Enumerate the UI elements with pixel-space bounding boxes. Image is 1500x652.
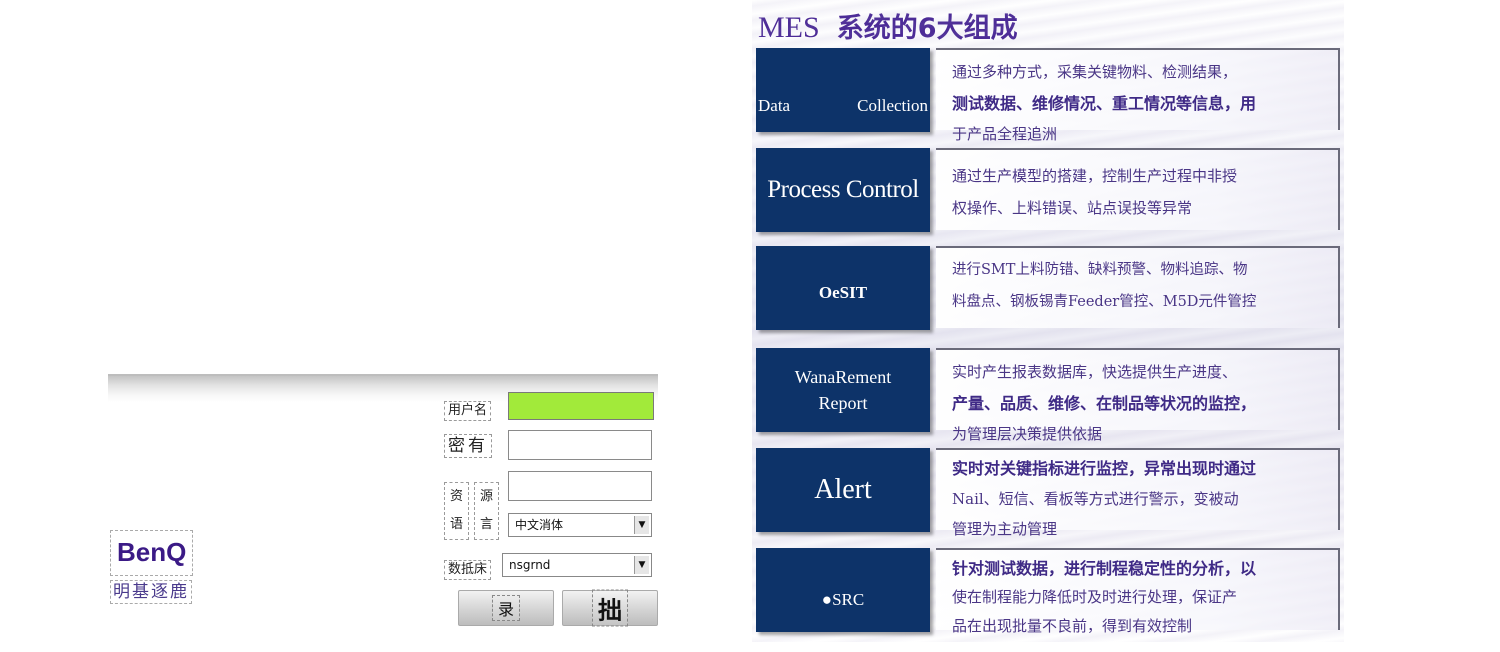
description-line: 通过生产模型的搭建，控制生产过程中非授 [952,167,1238,185]
mes-item-label-line: Report [818,393,868,413]
mes-item-label: ●SRC [821,590,865,610]
description-line: 产量、品质、维修、在制品等状况的监控， [952,394,1257,413]
mes-item-label: Data [758,96,791,115]
description-line: 实时对关键指标进行监控，异常出现时通过 [952,459,1257,478]
description-line: 测试数据、维修情况、重工情况等信息，用 [952,94,1257,113]
description-line: 料盘点、钢板锡青Feeder管控、M5D元件管控 [952,294,1257,310]
mes-item-label-box: Data Collection [756,48,930,132]
resource-label-char-2: 源 [480,489,494,504]
description-line: 使在制程能力降低时及时进行处理，保证产 [952,588,1238,606]
resource-label-char: 资 [450,489,464,504]
mes-item-label: OeSIT [818,283,868,303]
description-line: 进行SMT上料防错、缺料预警、物料追踪、物 [952,262,1248,278]
chevron-down-icon[interactable]: ▼ [634,556,649,574]
description-line: 通过多种方式，采集关键物料、检测结果， [952,63,1238,81]
mes-item-label: Process Control [767,176,919,203]
description-line: 品在出现批量不良前，得到有效控制 [952,617,1193,635]
language-select-value: 中文消体 [515,518,564,532]
description-line: 权操作、上料错误、站点误投等异常 [952,199,1193,217]
mes-item-process-control: Process Control 通过生产模型的搭建，控制生产过程中非授 权操作、… [752,146,1344,234]
database-select-value: nsgrnd [509,558,551,572]
mes-item-label: Collection [857,96,928,115]
language-label-char-2: 言 [480,517,494,532]
description-line: 实时产生报表数据库，快选提供生产进度、 [952,363,1238,381]
slide-title-latin: MES [758,11,820,44]
resource-input[interactable] [508,471,652,501]
resource-language-label-col1: 资 语 [444,482,470,540]
slide-title: MES 系统的6大组成 [758,6,1018,45]
mes-item-label-box: Alert [756,448,930,532]
username-label: 用户名 [444,401,492,421]
mes-item-alert: Alert 实时对关键指标进行监控，异常出现时通过 Nail、短信、看板等方式进… [752,446,1344,538]
mes-item-management-report: WanaRement Report 实时产生报表数据库，快选提供生产进度、 产量… [752,346,1344,443]
description-line: 针对测试数据，进行制程稳定性的分析，以 [952,559,1257,578]
description-line: 管理为主动管理 [952,520,1058,538]
mes-item-label-box: WanaRement Report [756,348,930,432]
description-line: 为管理层决策提供依据 [952,425,1103,443]
login-button-label: 录 [491,595,521,621]
password-label: 密有 [444,434,492,458]
brand-cn-name: 明基逐鹿 [110,580,192,604]
mes-item-label-line: WanaRement [794,367,892,387]
database-label: 数抵床 [444,560,492,580]
mes-item-oesit: OeSIT 进行SMT上料防错、缺料预警、物料追踪、物 料盘点、钢板锡青Feed… [752,244,1344,332]
mes-item-label: WanaRement Report [756,364,930,416]
login-button[interactable]: 录 [458,590,554,626]
benq-logo: BenQ [110,530,194,576]
mes-item-data-collection: Data Collection 通过多种方式，采集关键物料、检测结果， 测试数据… [752,46,1344,143]
description-line: Nail、短信、看板等方式进行警示，变被动 [952,490,1239,508]
password-input[interactable] [508,430,652,460]
mes-item-label-box: ●SRC [756,548,930,632]
mes-item-description: 实时对关键指标进行监控，异常出现时通过 Nail、短信、看板等方式进行警示，变被… [936,448,1340,538]
username-input[interactable] [508,392,654,420]
mes-item-description: 进行SMT上料防错、缺料预警、物料追踪、物 料盘点、钢板锡青Feeder管控、M… [936,246,1340,328]
mes-item-label: Alert [814,474,872,505]
language-label-char: 语 [450,517,464,532]
language-select[interactable]: 中文消体 ▼ [508,513,652,537]
mes-item-label-box: Process Control [756,148,930,232]
mes-item-label-box: OeSIT [756,246,930,330]
mes-item-description: 通过多种方式，采集关键物料、检测结果， 测试数据、维修情况、重工情况等信息，用 … [936,48,1340,143]
mes-item-src: ●SRC 针对测试数据，进行制程稳定性的分析，以 使在制程能力降低时及时进行处理… [752,546,1344,635]
exit-button-label: 拙 [592,589,628,627]
brand-block: BenQ 明基逐鹿 [110,530,194,604]
mes-slide: MES 系统的6大组成 Data Collection 通过多种方式，采集关键物… [752,0,1344,642]
description-line: 于产品全程追洲 [952,125,1058,143]
chevron-down-icon[interactable]: ▼ [634,516,649,534]
mes-item-description: 通过生产模型的搭建，控制生产过程中非授 权操作、上料错误、站点误投等异常 [936,148,1340,230]
database-select[interactable]: nsgrnd ▼ [502,553,652,577]
exit-button[interactable]: 拙 [562,589,658,627]
slide-title-cn: 系统的6大组成 [836,13,1018,44]
resource-language-label-col2: 源 言 [474,482,500,540]
mes-item-description: 实时产生报表数据库，快选提供生产进度、 产量、品质、维修、在制品等状况的监控， … [936,348,1340,443]
mes-item-description: 针对测试数据，进行制程稳定性的分析，以 使在制程能力降低时及时进行处理，保证产 … [936,548,1340,635]
